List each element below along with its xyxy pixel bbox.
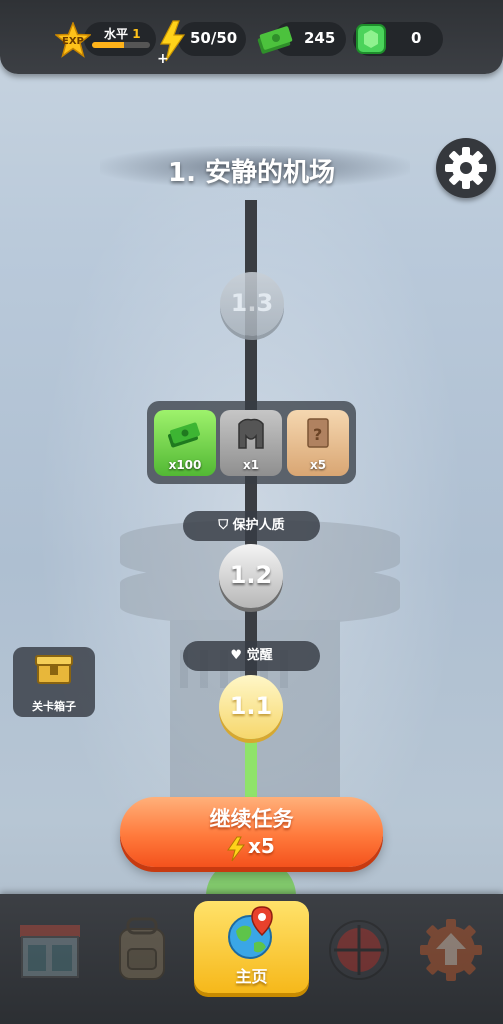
objective-tag-hostage: ⛉ 保护人质	[183, 511, 320, 541]
level-label: 水平 1	[104, 27, 141, 41]
cash-icon	[168, 422, 200, 448]
objective-tag-awake: ♥ 觉醒	[183, 641, 320, 671]
globe-icon	[228, 906, 273, 959]
mystery-card-icon: ?	[307, 418, 329, 448]
energy-value: 50/50	[190, 29, 238, 47]
continue-mission-label: 继续任务	[209, 807, 294, 831]
energy-bolt-icon: +	[157, 20, 186, 64]
reward-mystery-card[interactable]: ? x5	[287, 410, 349, 476]
nav-upgrade[interactable]	[412, 905, 492, 995]
shop-icon	[20, 925, 80, 978]
nav-home-label: 主页	[235, 967, 268, 986]
nav-shop[interactable]	[10, 905, 90, 995]
level-progress-bar	[92, 42, 150, 48]
svg-text:+: +	[157, 51, 169, 64]
backpack-icon	[119, 917, 165, 980]
gem-icon	[356, 24, 386, 54]
nav-missions[interactable]	[320, 905, 400, 995]
nav-inventory[interactable]	[102, 905, 182, 995]
heart-icon: ♥	[230, 648, 243, 663]
stage-node-1-3[interactable]: 1.3	[220, 272, 284, 336]
armor-icon	[238, 418, 264, 449]
crate-icon	[35, 655, 73, 684]
stage-node-1-1[interactable]: 1.1	[219, 675, 283, 739]
upgrade-icon	[420, 919, 482, 981]
level-crate-label: 关卡箱子	[32, 700, 76, 713]
gear-icon	[445, 147, 487, 189]
exp-label: EXP	[62, 36, 84, 47]
stage-title: 1. 安静的机场	[167, 158, 336, 188]
shield-icon: ⛉	[218, 518, 229, 533]
svg-text:?: ?	[313, 425, 322, 444]
energy-bolt-icon	[227, 836, 245, 862]
continue-mission-cost: x5	[248, 834, 275, 858]
crosshair-icon	[329, 920, 389, 980]
level-progress-fill	[92, 42, 124, 48]
cash-icon	[257, 26, 293, 54]
stage-node-1-2[interactable]: 1.2	[219, 544, 283, 608]
reward-card-count: x5	[309, 458, 327, 472]
reward-cash-count: x100	[168, 458, 202, 472]
settings-button[interactable]	[436, 138, 496, 198]
cash-value: 245	[304, 29, 336, 47]
level-value: 1	[132, 27, 141, 41]
reward-armor[interactable]: x1	[220, 410, 282, 476]
gems-value: 0	[411, 29, 422, 47]
reward-armor-count: x1	[242, 458, 260, 472]
reward-cash[interactable]: x100	[154, 410, 216, 476]
